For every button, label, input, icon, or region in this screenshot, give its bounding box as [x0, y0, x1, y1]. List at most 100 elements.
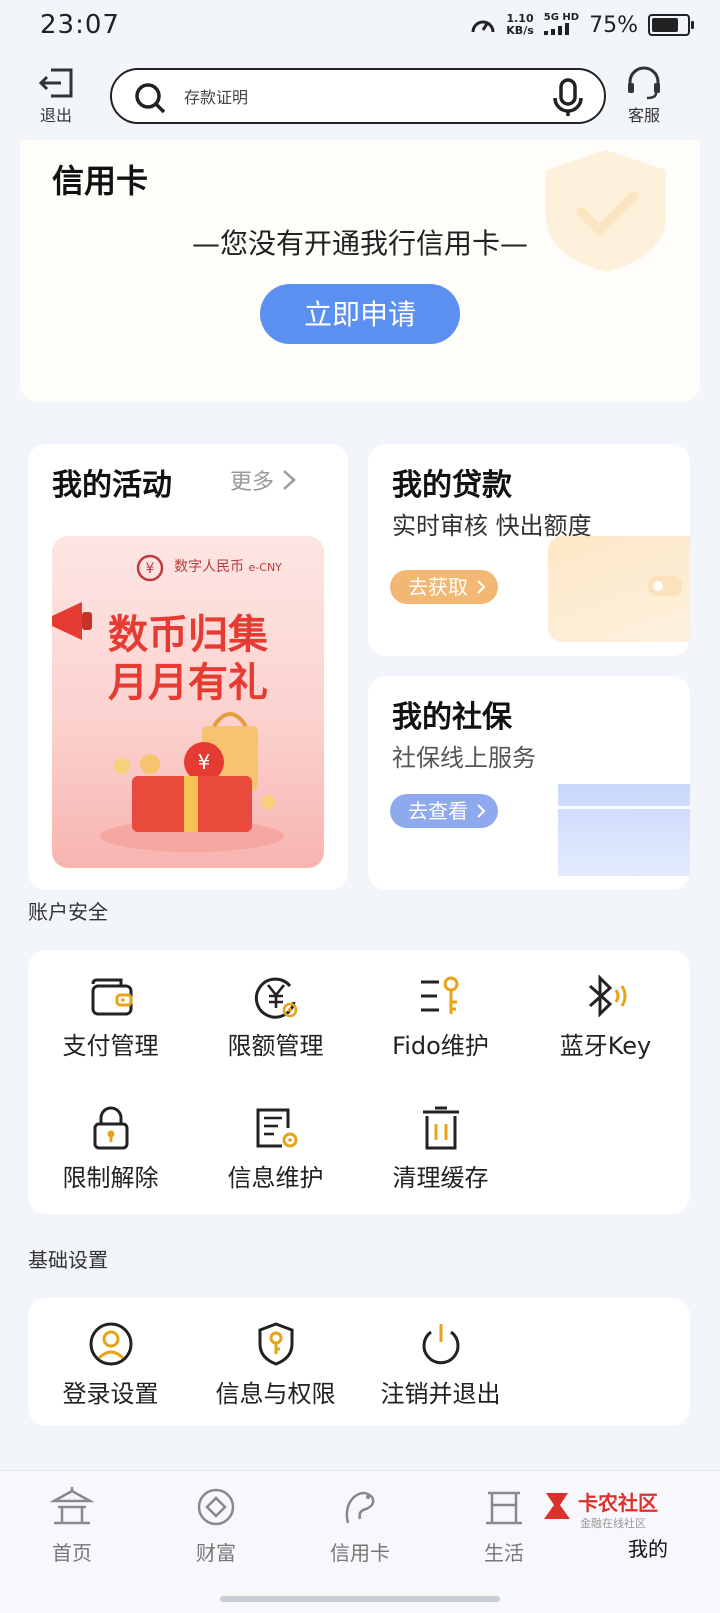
promo-brand-cn: 数字人民币 — [174, 559, 245, 575]
battery-level — [652, 18, 678, 32]
chevron-right-icon — [283, 470, 296, 490]
info-maintenance-label: 信息维护 — [227, 1164, 324, 1192]
logout-label: 注销并退出 — [380, 1380, 501, 1408]
speedometer-icon — [471, 20, 495, 33]
gift-box-illustration: ¥ — [100, 712, 284, 852]
signal-icon — [543, 23, 569, 35]
account-security-label: 账户安全 — [28, 900, 108, 924]
restriction-lift-item[interactable]: 限制解除 — [28, 1104, 193, 1193]
life-icon — [486, 1491, 522, 1525]
restriction-lift-label: 限制解除 — [62, 1164, 159, 1192]
info-permissions-item[interactable]: 信息与权限 — [193, 1320, 358, 1409]
home-pavilion-icon — [49, 1487, 95, 1525]
payment-management-item[interactable]: 支付管理 — [28, 972, 193, 1061]
nav-life-label: 生活 — [484, 1541, 524, 1565]
nav-home-label: 首页 — [52, 1541, 92, 1565]
ecny-promo-banner[interactable]: ¥ 数字人民币 e-CNY 数币归集 月月有礼 ¥ — [52, 536, 324, 868]
credit-card-icon — [345, 1491, 375, 1524]
login-settings-label: 登录设置 — [62, 1380, 159, 1408]
loan-action-label: 去获取 — [408, 575, 468, 599]
chevron-right-icon — [477, 580, 486, 594]
promo-headline-2: 月月有礼 — [108, 660, 268, 706]
home-indicator — [220, 1596, 500, 1602]
network-type: 5G HD — [543, 12, 580, 38]
login-settings-item[interactable]: 登录设置 — [28, 1320, 193, 1409]
document-gear-icon — [256, 1108, 297, 1148]
bluetooth-key-item[interactable]: 蓝牙Key — [523, 972, 688, 1061]
customer-service-button[interactable]: 客服 — [612, 66, 676, 126]
social-security-title: 我的社保 — [392, 700, 512, 735]
kanong-watermark: 卡农社区 金融在线社区 — [540, 1483, 690, 1539]
bottom-nav: 首页 财富 信用卡 生活 我的 卡农社区 金融在线社区 — [0, 1470, 720, 1613]
credit-card-panel: 信用卡 —您没有开通我行信用卡— 立即申请 — [20, 140, 700, 402]
clear-cache-label: 清理缓存 — [392, 1164, 489, 1192]
lock-icon — [93, 1106, 128, 1150]
trash-icon — [422, 1106, 459, 1150]
promo-brand: 数字人民币 e-CNY — [92, 556, 324, 576]
wallet-deco-icon — [648, 576, 682, 596]
activities-title: 我的活动 — [52, 468, 172, 503]
my-activities-card: 我的活动 更多 ¥ 数字人民币 e-CNY 数币归集 月月有礼 ¥ — [28, 444, 348, 890]
promo-brand-en: e-CNY — [248, 561, 282, 574]
social-security-view-button[interactable]: 去查看 — [390, 794, 498, 828]
headset-icon — [628, 66, 660, 100]
social-security-card[interactable]: 我的社保 社保线上服务 去查看 — [368, 676, 690, 890]
battery-icon — [648, 14, 694, 36]
bluetooth-key-label: 蓝牙Key — [559, 1032, 652, 1060]
social-security-subtitle: 社保线上服务 — [392, 744, 536, 772]
limit-management-label: 限额管理 — [227, 1032, 324, 1060]
basic-settings-label: 基础设置 — [28, 1248, 108, 1272]
search-box[interactable]: 存款证明 — [110, 68, 606, 124]
watermark-title: 卡农社区 — [578, 1491, 658, 1515]
search-icon — [135, 83, 166, 114]
loan-subtitle: 实时审核 快出额度 — [392, 512, 592, 540]
wealth-diamond-icon — [197, 1488, 235, 1526]
account-security-grid: 支付管理 限额管理 Fido维护 蓝牙Key 限制解除 信息维护 清理缓存 — [28, 950, 690, 1214]
clear-cache-item[interactable]: 清理缓存 — [358, 1104, 523, 1193]
svg-text:¥: ¥ — [198, 750, 211, 774]
logout-item[interactable]: 注销并退出 — [358, 1320, 523, 1409]
service-label: 客服 — [627, 106, 660, 125]
nav-wealth[interactable]: 财富 — [144, 1485, 288, 1566]
chevron-right-icon — [477, 804, 486, 818]
exit-button[interactable]: 退出 — [24, 66, 88, 126]
apply-now-button[interactable]: 立即申请 — [260, 284, 460, 344]
credit-card-message: —您没有开通我行信用卡— — [191, 227, 528, 260]
credit-card-title: 信用卡 — [52, 162, 149, 200]
limit-management-item[interactable]: 限额管理 — [193, 972, 358, 1061]
fido-maintenance-label: Fido维护 — [392, 1032, 489, 1060]
payment-management-label: 支付管理 — [62, 1032, 159, 1060]
shield-key-icon — [258, 1322, 293, 1366]
status-icons: 1.10 KB/s 5G HD 75% — [470, 12, 694, 38]
bluetooth-icon — [588, 974, 626, 1018]
yen-limit-icon — [254, 977, 297, 1019]
network-speed: 1.10 KB/s — [506, 13, 533, 37]
watermark-logo-icon — [544, 1493, 570, 1519]
microphone-icon[interactable] — [552, 78, 584, 118]
more-label: 更多 — [230, 470, 275, 495]
my-loan-card[interactable]: 我的贷款 实时审核 快出额度 去获取 — [368, 444, 690, 656]
top-bar: 退出 存款证明 客服 — [0, 56, 720, 140]
fido-maintenance-item[interactable]: Fido维护 — [358, 972, 523, 1061]
card-stripe — [558, 806, 690, 809]
info-maintenance-item[interactable]: 信息维护 — [193, 1104, 358, 1193]
loan-get-button[interactable]: 去获取 — [390, 570, 498, 604]
nav-wealth-label: 财富 — [196, 1541, 236, 1565]
exit-label: 退出 — [39, 106, 72, 125]
watermark-subtitle: 金融在线社区 — [580, 1517, 646, 1530]
nav-credit-card[interactable]: 信用卡 — [288, 1485, 432, 1566]
battery-percent: 75% — [589, 12, 638, 38]
search-placeholder: 存款证明 — [184, 88, 249, 107]
card-stack-illustration — [558, 784, 690, 876]
loan-title: 我的贷款 — [392, 468, 512, 503]
exit-icon — [38, 68, 73, 98]
status-time: 23:07 — [40, 10, 120, 40]
wallet-icon — [91, 978, 132, 1016]
nav-home[interactable]: 首页 — [0, 1485, 144, 1566]
fido-key-icon — [420, 976, 458, 1014]
power-icon — [422, 1324, 459, 1365]
nav-credit-card-label: 信用卡 — [330, 1541, 390, 1565]
more-link[interactable]: 更多 — [230, 464, 296, 496]
info-permissions-label: 信息与权限 — [215, 1380, 336, 1408]
network-label: 5G HD — [543, 12, 580, 23]
